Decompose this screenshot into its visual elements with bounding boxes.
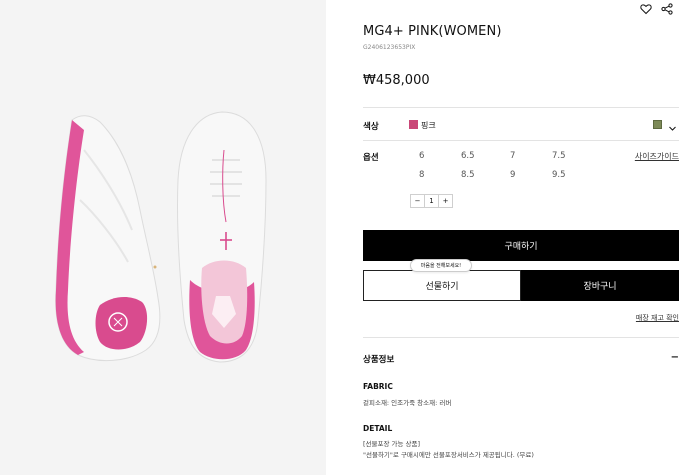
product-price: ₩458,000 [363,73,430,88]
cart-button[interactable]: 장바구니 [521,270,679,301]
detail-line: "선물하기"로 구매시에만 선물포장서비스가 제공됩니다. (무료) [363,451,534,459]
detail-line: [선물포장 가능 상품] [363,440,421,448]
size-option[interactable]: 6 [419,151,424,161]
collapse-icon[interactable]: − [671,352,679,363]
color-swatch-selected[interactable] [409,120,418,129]
size-guide-link[interactable]: 사이즈가이드 [635,151,679,162]
divider [363,140,679,141]
fabric-text: 겉피소재: 인조가죽 창소재: 러버 [363,399,452,407]
buy-button[interactable]: 구매하기 [363,230,679,261]
size-option[interactable]: 7.5 [552,151,566,161]
product-detail-panel: MG4+ PINK(WOMEN) G2406123653PIX ₩458,000… [363,0,679,475]
quantity-stepper: − 1 + [410,194,453,208]
gift-tooltip: 마음을 전해보세요! [410,259,472,272]
divider [363,107,679,108]
gift-button[interactable]: 선물하기 [363,270,521,301]
store-stock-link[interactable]: 매장 재고 확인 [636,313,679,323]
color-swatch-alt[interactable] [653,120,662,129]
product-info-title: 상품정보 [363,355,395,365]
size-option[interactable]: 7 [510,151,515,161]
size-option[interactable]: 8 [419,170,424,180]
size-option[interactable]: 8.5 [461,170,475,180]
detail-title: DETAIL [363,424,393,433]
size-option[interactable]: 9 [510,170,515,180]
size-option[interactable]: 9.5 [552,170,566,180]
divider [363,337,679,338]
color-label: 색상 [363,122,379,132]
right-shoe [176,111,267,363]
quantity-value[interactable]: 1 [424,195,438,207]
left-shoe [55,115,161,362]
quantity-plus-button[interactable]: + [438,195,452,207]
chevron-down-icon[interactable] [668,118,677,137]
size-option[interactable]: 6.5 [461,151,475,161]
option-label: 옵션 [363,153,379,163]
shoe-pair-illustration [55,111,267,363]
quantity-minus-button[interactable]: − [411,195,424,207]
product-image [0,0,326,475]
fabric-title: FABRIC [363,382,393,391]
product-code: G2406123653PIX [363,44,416,51]
product-title: MG4+ PINK(WOMEN) [363,24,502,39]
color-name: 핑크 [421,121,436,130]
